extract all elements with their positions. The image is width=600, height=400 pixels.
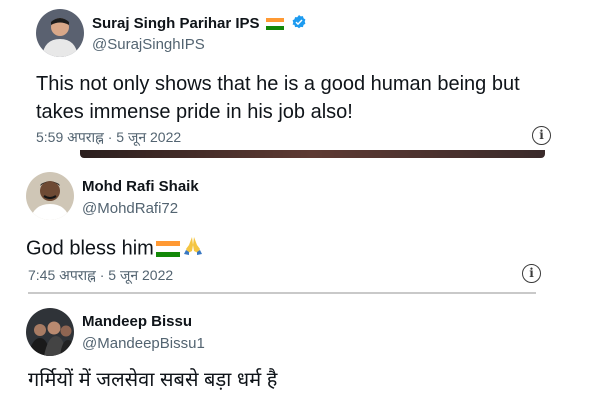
tweet-timestamp[interactable]: 7:45 अपराह्न · 5 जून 2022	[28, 266, 173, 285]
tweet-text: गर्मियों में जलसेवा सबसे बड़ा धर्म है	[28, 369, 278, 391]
tweet-text: God bless him	[26, 237, 154, 260]
tweet-timestamp[interactable]: 5:59 अपराह्न · 5 जून 2022	[36, 128, 181, 147]
display-name[interactable]: Mandeep Bissu	[82, 313, 192, 330]
display-name-text[interactable]: Suraj Singh Parihar IPS	[92, 15, 260, 32]
display-name[interactable]: Suraj Singh Parihar IPS	[92, 14, 307, 34]
avatar[interactable]	[26, 308, 74, 356]
media-preview-edge[interactable]	[80, 150, 545, 158]
info-icon[interactable]: i	[522, 264, 541, 283]
tweet-text-row: God bless him	[26, 234, 204, 264]
user-handle[interactable]: @MohdRafi72	[82, 200, 178, 217]
india-flag-icon	[265, 18, 284, 30]
display-name[interactable]: Mohd Rafi Shaik	[82, 178, 199, 195]
verified-badge-icon	[291, 14, 307, 34]
user-handle[interactable]: @MandeepBissu1	[82, 335, 205, 352]
india-flag-icon	[155, 241, 180, 257]
avatar[interactable]	[36, 9, 84, 57]
user-handle[interactable]: @SurajSinghIPS	[92, 36, 205, 53]
avatar[interactable]	[26, 172, 74, 220]
tweet-card-mandeep[interactable]: Mandeep Bissu @MandeepBissu1 गर्मियों मे…	[18, 298, 578, 400]
media-preview-edge	[28, 292, 536, 294]
folded-hands-icon	[182, 234, 204, 264]
info-icon[interactable]: i	[532, 126, 551, 145]
tweet-text: This not only shows that he is a good hu…	[36, 73, 520, 123]
tweet-card-suraj[interactable]: Suraj Singh Parihar IPS @SurajSinghIPS T…	[30, 0, 575, 150]
tweet-card-mohd[interactable]: Mohd Rafi Shaik @MohdRafi72 God bless hi…	[20, 158, 550, 293]
